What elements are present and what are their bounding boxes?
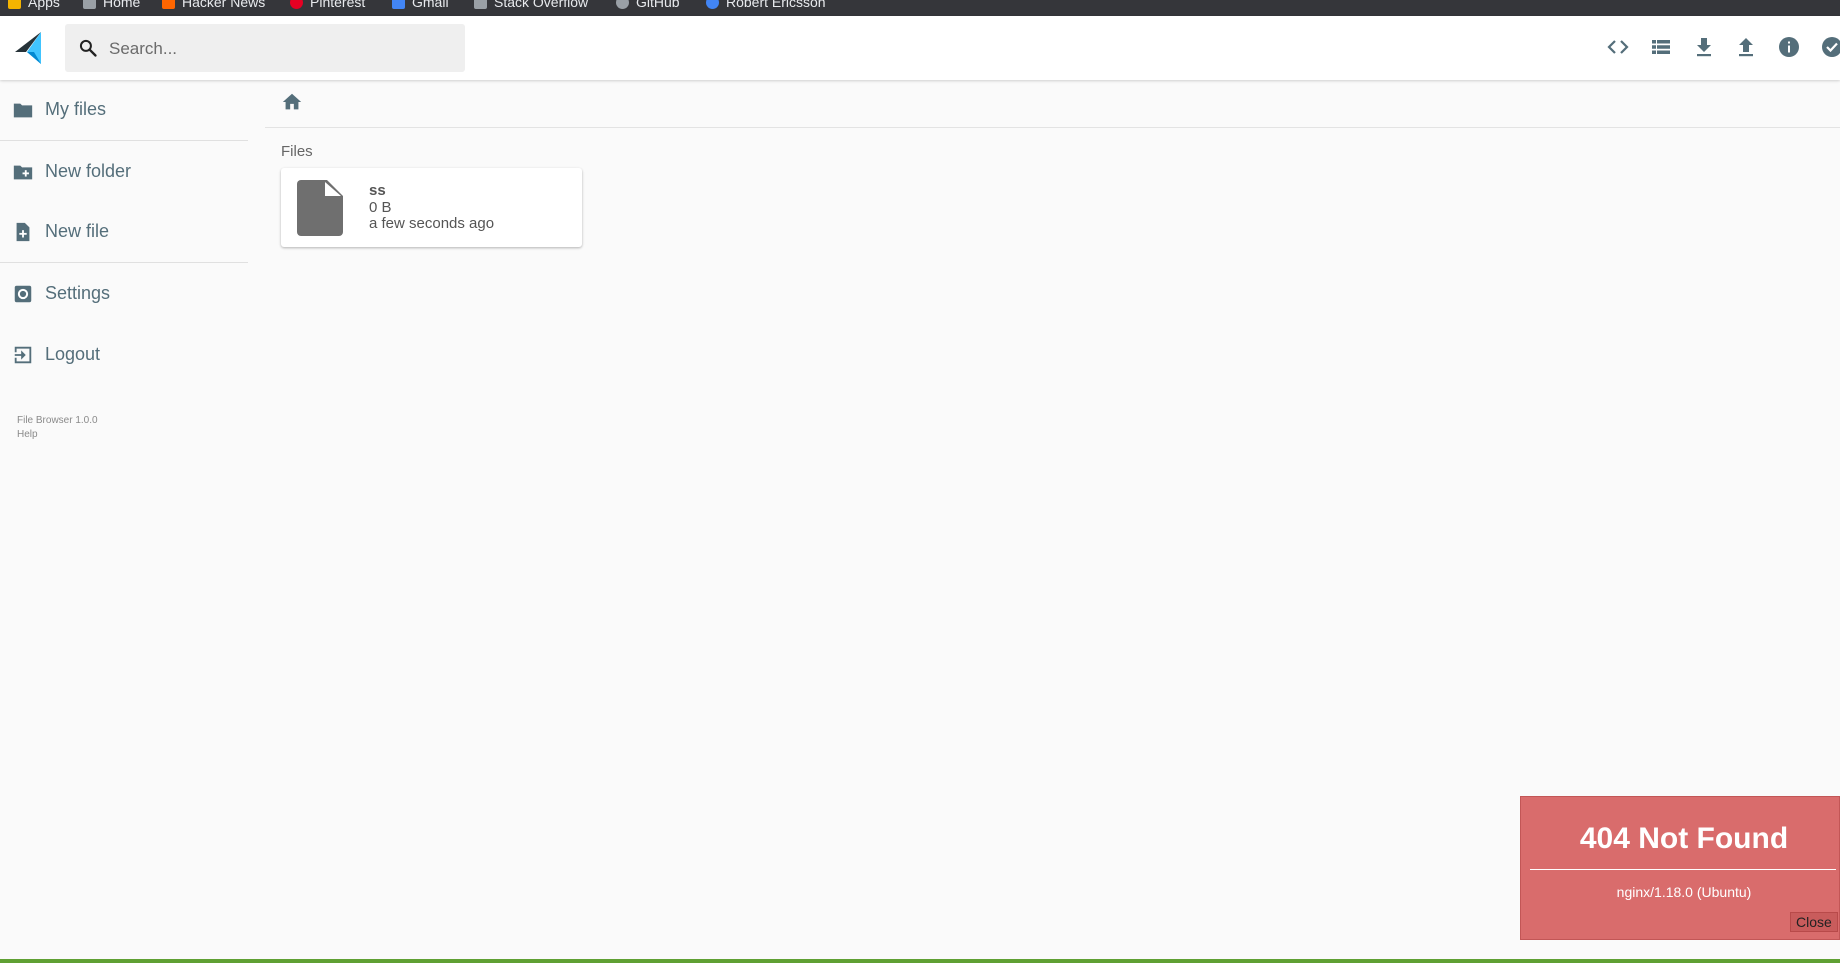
home-icon[interactable] — [281, 91, 303, 113]
file-icon — [297, 180, 343, 236]
stack-overflow-icon — [474, 0, 487, 9]
sidebar-item-label: My files — [45, 99, 107, 119]
bookmarks-bar: Apps Home Hacker News Pinterest Gmail St… — [0, 0, 1840, 16]
filebrowser-logo-icon[interactable] — [14, 31, 42, 65]
bookmark-pinterest[interactable]: Pinterest — [290, 0, 365, 10]
profile-icon — [706, 0, 719, 9]
page-icon — [83, 0, 96, 9]
info-icon — [1779, 37, 1799, 57]
bookmark-hacker-news[interactable]: Hacker News — [162, 0, 265, 10]
file-size: 0 B — [369, 199, 392, 216]
breadcrumb — [281, 91, 1840, 127]
pinterest-icon — [290, 0, 303, 9]
bookmark-robert-ericsson[interactable]: Robert Ericsson — [706, 0, 826, 10]
app-header — [0, 16, 1840, 80]
sidebar-item-label: New folder — [45, 161, 132, 181]
upload-button[interactable] — [1734, 35, 1760, 61]
view-list-icon — [1652, 40, 1670, 54]
sidebar-item-logout[interactable]: Logout — [0, 333, 248, 377]
error-toast: 404 Not Found nginx/1.18.0 (Ubuntu) Clos… — [1520, 796, 1840, 940]
bookmark-stack-overflow[interactable]: Stack Overflow — [474, 0, 588, 10]
credits: File Browser 1.0.0 Help — [17, 414, 98, 442]
gmail-icon — [392, 0, 405, 9]
search-input[interactable] — [107, 24, 451, 74]
file-name: ss — [369, 182, 386, 199]
sidebar-divider — [0, 262, 248, 263]
folder-icon — [13, 103, 33, 118]
close-button[interactable]: Close — [1790, 912, 1838, 932]
error-divider — [1530, 869, 1836, 870]
info-button[interactable] — [1777, 35, 1803, 61]
hacker-news-icon — [162, 0, 175, 9]
file-item[interactable]: ss 0 B a few seconds ago — [281, 168, 582, 247]
sidebar-item-new-file[interactable]: New file — [0, 210, 248, 254]
search-box[interactable] — [65, 24, 465, 74]
sidebar-divider — [0, 140, 248, 141]
code-icon — [1607, 40, 1629, 54]
sidebar-item-new-folder[interactable]: New folder — [0, 150, 248, 194]
version-text[interactable]: File Browser 1.0.0 — [17, 414, 98, 428]
bookmark-github[interactable]: GitHub — [616, 0, 680, 10]
search-icon — [79, 39, 97, 57]
download-button[interactable] — [1692, 35, 1718, 61]
file-modified: a few seconds ago — [369, 215, 495, 232]
sidebar-item-label: New file — [45, 221, 110, 241]
bottom-accent-line — [0, 959, 1840, 963]
note-add-icon — [16, 222, 30, 242]
select-button[interactable] — [1820, 35, 1840, 61]
check-circle-icon — [1822, 37, 1840, 57]
list-view-button[interactable] — [1649, 35, 1675, 61]
upload-icon — [1739, 38, 1753, 57]
sidebar-item-my-files[interactable]: My files — [0, 88, 248, 132]
sidebar-item-label: Logout — [45, 344, 101, 364]
create-new-folder-icon — [13, 165, 33, 180]
help-link[interactable]: Help — [17, 428, 98, 442]
bookmark-apps[interactable]: Apps — [8, 0, 60, 10]
error-server-info: nginx/1.18.0 (Ubuntu) — [1616, 884, 1752, 900]
sidebar-item-settings[interactable]: Settings — [0, 272, 248, 316]
bookmark-gmail[interactable]: Gmail — [392, 0, 449, 10]
files-section-title: Files — [281, 143, 313, 160]
sidebar-item-label: Settings — [45, 283, 111, 303]
error-title: 404 Not Found — [1579, 822, 1789, 855]
download-icon — [1697, 38, 1711, 57]
bookmark-home[interactable]: Home — [83, 0, 140, 10]
breadcrumb-divider — [265, 127, 1840, 128]
code-view-button[interactable] — [1606, 35, 1632, 61]
exit-icon — [14, 346, 32, 364]
apps-icon — [8, 0, 21, 9]
settings-icon — [14, 285, 32, 303]
github-icon — [616, 0, 629, 9]
